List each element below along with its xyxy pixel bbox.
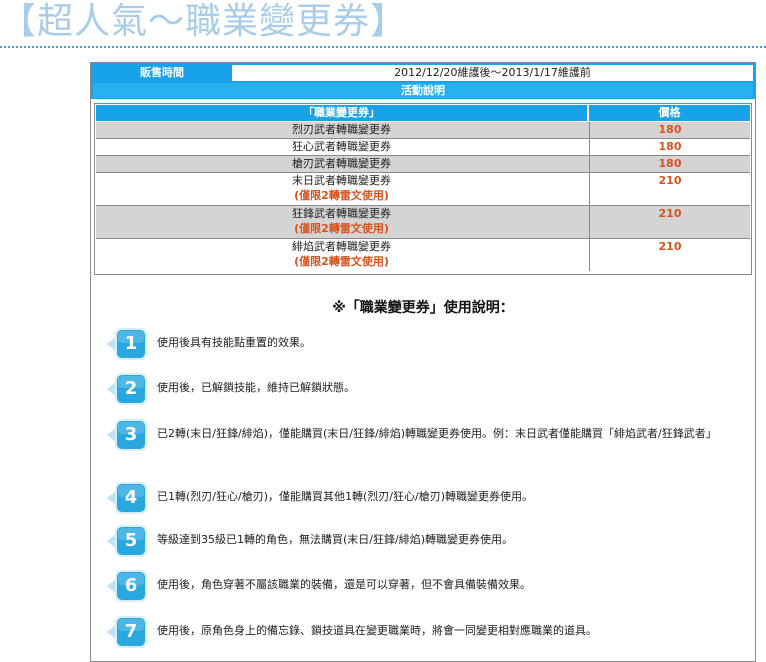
page-title: 【超人氣～職業變更券】 bbox=[0, 1, 408, 42]
usage-step: 6 使用後，角色穿著不屬該職業的裝備，還是可以穿著，但不會具備裝備效果。 bbox=[107, 569, 747, 609]
title-divider bbox=[0, 46, 766, 48]
sale-time-value: 2012/12/20維護後～2013/1/17維護前 bbox=[232, 65, 753, 81]
step-text: 使用後，角色穿著不屬該職業的裝備，還是可以穿著，但不會具備裝備效果。 bbox=[157, 578, 531, 591]
sale-time-label: 販售時間 bbox=[140, 66, 184, 79]
step-number-badge: 2 bbox=[107, 372, 149, 406]
ticket-name: 狂鋒武者轉職變更券 (僅限2轉雷文使用) bbox=[96, 206, 587, 238]
ticket-price: 180 bbox=[589, 139, 750, 155]
step-text: 使用後，原角色身上的備忘錄、鎖技道具在變更職業時，將會一同變更相對應職業的道具。 bbox=[157, 624, 597, 637]
usage-title: ※「職業變更券」使用說明： bbox=[332, 300, 514, 316]
step-number: 1 bbox=[124, 333, 138, 354]
step-number: 7 bbox=[124, 621, 138, 642]
step-number: 2 bbox=[124, 378, 138, 399]
ticket-name: 末日武者轉職變更券 (僅限2轉雷文使用) bbox=[96, 173, 587, 205]
price-table: 「職業變更券」 價格 烈刃武者轉職變更券 180 狂心武者轉職變更券 180 槍… bbox=[94, 103, 752, 275]
event-description-label: 活動說明 bbox=[93, 83, 753, 98]
usage-step: 2 使用後，已解鎖技能，維持已解鎖狀態。 bbox=[107, 372, 747, 412]
ticket-name: 烈刃武者轉職變更券 bbox=[292, 123, 391, 136]
step-text: 使用後具有技能點重置的效果。 bbox=[157, 336, 311, 349]
table-header-price: 價格 bbox=[589, 105, 750, 121]
step-number-badge: 1 bbox=[107, 327, 149, 361]
step-number: 4 bbox=[124, 487, 138, 508]
step-number-badge: 4 bbox=[107, 481, 149, 515]
step-number: 3 bbox=[124, 424, 138, 445]
ticket-price: 180 bbox=[589, 156, 750, 172]
table-row: 狂鋒武者轉職變更券 (僅限2轉雷文使用) 210 bbox=[96, 205, 750, 238]
step-text: 使用後，已解鎖技能，維持已解鎖狀態。 bbox=[157, 381, 355, 394]
step-number-badge: 6 bbox=[107, 569, 149, 603]
step-text: 等級達到35級已1轉的角色，無法購買(末日/狂鋒/緋焰)轉職變更券使用。 bbox=[157, 533, 513, 546]
table-row: 狂心武者轉職變更券 180 bbox=[96, 138, 750, 155]
ticket-name: 槍刃武者轉職變更券 bbox=[292, 157, 391, 170]
step-number-badge: 5 bbox=[107, 524, 149, 558]
ticket-price: 210 bbox=[589, 206, 750, 238]
ticket-price: 210 bbox=[589, 173, 750, 205]
usage-step: 1 使用後具有技能點重置的效果。 bbox=[107, 327, 747, 367]
table-row: 緋焰武者轉職變更券 (僅限2轉雷文使用) 210 bbox=[96, 238, 750, 271]
table-row: 烈刃武者轉職變更券 180 bbox=[96, 122, 750, 138]
ticket-note: (僅限2轉雷文使用) bbox=[294, 255, 389, 268]
step-text: 已1轉(烈刃/狂心/槍刃)，僅能購買其他1轉(烈刃/狂心/槍刃)轉職變更券使用。 bbox=[157, 490, 533, 503]
ticket-name: 狂心武者轉職變更券 bbox=[292, 140, 391, 153]
table-row: 末日武者轉職變更券 (僅限2轉雷文使用) 210 bbox=[96, 172, 750, 205]
ticket-note: (僅限2轉雷文使用) bbox=[294, 189, 389, 202]
usage-step: 4 已1轉(烈刃/狂心/槍刃)，僅能購買其他1轉(烈刃/狂心/槍刃)轉職變更券使用… bbox=[107, 481, 747, 521]
step-number: 6 bbox=[124, 575, 138, 596]
step-number: 5 bbox=[124, 530, 138, 551]
usage-step: 3 已2轉(末日/狂鋒/緋焰)，僅能購買(末日/狂鋒/緋焰)轉職變更券使用。例：末… bbox=[107, 418, 747, 458]
ticket-note: (僅限2轉雷文使用) bbox=[294, 222, 389, 235]
event-panel: 販售時間 2012/12/20維護後～2013/1/17維護前 活動說明 「職業… bbox=[90, 62, 756, 662]
step-number-badge: 3 bbox=[107, 418, 149, 452]
step-text: 已2轉(末日/狂鋒/緋焰)，僅能購買(末日/狂鋒/緋焰)轉職變更券使用。例：末日… bbox=[157, 427, 717, 440]
ticket-name: 緋焰武者轉職變更券 (僅限2轉雷文使用) bbox=[96, 239, 587, 271]
table-row: 槍刃武者轉職變更券 180 bbox=[96, 155, 750, 172]
ticket-price: 180 bbox=[589, 122, 750, 138]
sale-header: 販售時間 2012/12/20維護後～2013/1/17維護前 活動說明 bbox=[91, 63, 755, 99]
table-header-name: 「職業變更券」 bbox=[96, 105, 587, 121]
step-number-badge: 7 bbox=[107, 615, 149, 649]
usage-step: 5 等級達到35級已1轉的角色，無法購買(末日/狂鋒/緋焰)轉職變更券使用。 bbox=[107, 524, 747, 564]
ticket-price: 210 bbox=[589, 239, 750, 271]
usage-step: 7 使用後，原角色身上的備忘錄、鎖技道具在變更職業時，將會一同變更相對應職業的道具… bbox=[107, 615, 747, 655]
